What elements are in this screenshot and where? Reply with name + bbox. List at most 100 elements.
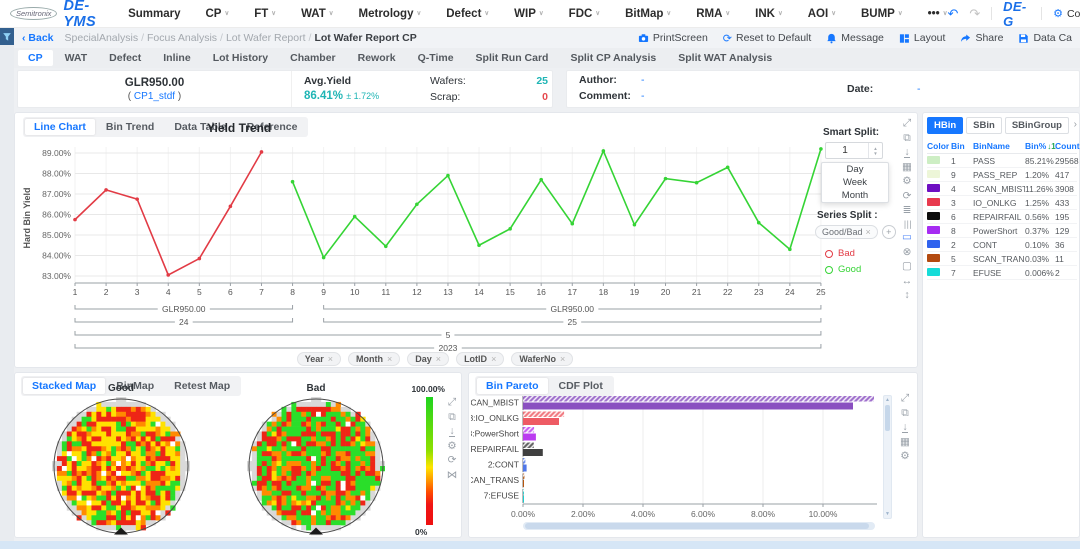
- nav-item-rma[interactable]: RMA ∨: [696, 8, 730, 20]
- mirror-icon[interactable]: ⋈: [447, 470, 458, 481]
- breadcrumb-item[interactable]: SpecialAnalysis: [65, 32, 139, 44]
- grouping-tag-year[interactable]: Year ×: [296, 352, 342, 366]
- pareto-vertical-scrollbar[interactable]: ▲ ▼: [883, 395, 892, 519]
- breadcrumb-item[interactable]: Lot Wafer Report: [226, 32, 306, 44]
- tab-wat[interactable]: WAT: [55, 50, 98, 66]
- share-button[interactable]: Share: [960, 32, 1003, 44]
- test-program-link[interactable]: CP1_stdf: [134, 91, 175, 102]
- expand-icon[interactable]: ⤢: [448, 397, 456, 408]
- close-icon[interactable]: ×: [866, 227, 871, 237]
- filter-funnel-icon[interactable]: [0, 28, 14, 45]
- nav-item-summary[interactable]: Summary: [128, 8, 180, 20]
- download-icon[interactable]: ↓: [449, 426, 455, 437]
- table-row[interactable]: 9 PASS_REP 1.20% 417: [927, 168, 1077, 182]
- tab-split-wat-analysis[interactable]: Split WAT Analysis: [668, 50, 782, 66]
- refresh-icon[interactable]: ⟳: [448, 455, 457, 466]
- trend-tab-bin-trend[interactable]: Bin Trend: [97, 119, 163, 135]
- legend-good[interactable]: Good: [825, 264, 915, 275]
- data-ca-button[interactable]: Data Ca: [1018, 32, 1072, 44]
- scroll-up-icon[interactable]: ▲: [884, 397, 891, 403]
- scrollbar-thumb[interactable]: [885, 405, 890, 431]
- table-row[interactable]: 3 IO_ONLKG 1.25% 433: [927, 196, 1077, 210]
- nav-item-wip[interactable]: WIP ∨: [514, 8, 544, 20]
- table-row[interactable]: 4 SCAN_MBIST 11.26% 3908: [927, 182, 1077, 196]
- config-button[interactable]: ⚙Config: [1053, 7, 1080, 21]
- pareto-tab-bin-pareto[interactable]: Bin Pareto: [477, 378, 548, 394]
- table-row[interactable]: 2 CONT 0.10% 36: [927, 238, 1077, 252]
- close-icon[interactable]: ×: [491, 354, 496, 364]
- fit-height-icon[interactable]: ↕: [904, 290, 909, 301]
- close-icon[interactable]: ×: [387, 354, 392, 364]
- close-icon[interactable]: ×: [436, 354, 441, 364]
- nav-item-defect[interactable]: Defect ∨: [446, 8, 489, 20]
- tab-rework[interactable]: Rework: [348, 50, 406, 66]
- de-g-brand[interactable]: DE-G: [1003, 0, 1030, 29]
- bin-tab-hbin[interactable]: HBin: [927, 117, 964, 134]
- pareto-tab-cdf-plot[interactable]: CDF Plot: [550, 378, 612, 394]
- reset-to-default-button[interactable]: ⟳ Reset to Default: [723, 32, 812, 45]
- grouping-tag-day[interactable]: Day ×: [407, 352, 450, 366]
- column-header-binname[interactable]: BinName: [973, 141, 1025, 151]
- nav-item-fdc[interactable]: FDC ∨: [569, 8, 600, 20]
- settings-icon[interactable]: ⚙: [447, 441, 456, 452]
- table-row[interactable]: 8 PowerShort 0.37% 129: [927, 224, 1077, 238]
- smart-split-option-week[interactable]: Week: [822, 176, 888, 189]
- column-header-bin[interactable]: Bin: [951, 141, 973, 151]
- printscreen-button[interactable]: PrintScreen: [638, 32, 708, 44]
- table-row[interactable]: 5 SCAN_TRANS 0.03% 11: [927, 252, 1077, 266]
- fit-width-icon[interactable]: ↔: [902, 276, 913, 287]
- redo-icon[interactable]: ↷: [969, 6, 980, 22]
- spin-down-icon[interactable]: ▼: [873, 151, 877, 156]
- undo-icon[interactable]: ↶: [947, 6, 958, 22]
- download-icon[interactable]: ↓: [902, 422, 908, 433]
- column-header-count[interactable]: Count: [1055, 141, 1080, 151]
- settings-icon[interactable]: ⚙: [900, 451, 909, 462]
- column-header-bin[interactable]: Bin%↓1: [1025, 141, 1056, 151]
- grouping-tag-waferno[interactable]: WaferNo ×: [511, 352, 574, 366]
- nav-item-bitmap[interactable]: BitMap ∨: [625, 8, 671, 20]
- nav-item-ft[interactable]: FT ∨: [254, 8, 276, 20]
- message-button[interactable]: Message: [826, 32, 884, 44]
- tab-lot-history[interactable]: Lot History: [203, 50, 278, 66]
- scroll-down-icon[interactable]: ▼: [884, 511, 891, 517]
- expand-icon[interactable]: ⤢: [901, 393, 909, 404]
- copy-icon[interactable]: ⧉: [448, 411, 456, 423]
- nav-item-ink[interactable]: INK ∨: [755, 8, 783, 20]
- table-row[interactable]: 6 REPAIRFAIL 0.56% 195: [927, 210, 1077, 224]
- nav-item-aoi[interactable]: AOI ∨: [808, 8, 836, 20]
- add-split-button[interactable]: +: [881, 225, 896, 239]
- tab-split-cp-analysis[interactable]: Split CP Analysis: [560, 50, 666, 66]
- nav-item-more[interactable]: ••• ∨: [928, 8, 948, 20]
- table-row[interactable]: 1 PASS 85.21% 29568: [927, 154, 1079, 168]
- stepper-arrows[interactable]: ▲ ▼: [868, 143, 882, 158]
- tab-defect[interactable]: Defect: [99, 50, 151, 66]
- tab-inline[interactable]: Inline: [153, 50, 200, 66]
- nav-item-metrology[interactable]: Metrology ∨: [359, 8, 422, 20]
- bin-tab-sbingroup[interactable]: SBinGroup: [1004, 117, 1069, 134]
- smart-split-input[interactable]: [826, 143, 864, 158]
- breadcrumb-item[interactable]: Focus Analysis: [147, 32, 217, 44]
- bin-tab-sbin[interactable]: SBin: [966, 117, 1002, 134]
- nav-item-cp[interactable]: CP ∨: [205, 8, 229, 20]
- trend-tab-line-chart[interactable]: Line Chart: [25, 119, 95, 135]
- close-icon[interactable]: ×: [560, 354, 565, 364]
- scrollbar-thumb[interactable]: [525, 523, 869, 529]
- tab-cp[interactable]: CP: [18, 50, 53, 66]
- chevron-right-icon[interactable]: ›: [1074, 119, 1077, 130]
- table-icon[interactable]: ▦: [900, 437, 910, 448]
- grouping-tag-month[interactable]: Month ×: [348, 352, 401, 366]
- back-button[interactable]: ‹ Back: [22, 32, 54, 44]
- layout-button[interactable]: Layout: [899, 32, 945, 44]
- smart-split-stepper[interactable]: ▲▼: [825, 142, 883, 159]
- grouping-tag-lotid[interactable]: LotID ×: [456, 352, 505, 366]
- close-icon[interactable]: ×: [328, 354, 333, 364]
- copy-icon[interactable]: ⧉: [901, 407, 909, 419]
- nav-item-bump[interactable]: BUMP ∨: [861, 8, 903, 20]
- tab-chamber[interactable]: Chamber: [280, 50, 346, 66]
- series-split-tag[interactable]: Good/Bad ×: [815, 225, 878, 239]
- table-row[interactable]: 7 EFUSE 0.006% 2: [927, 266, 1077, 280]
- column-header-color[interactable]: Color: [927, 141, 951, 151]
- smart-split-option-month[interactable]: Month: [822, 189, 888, 202]
- funnel-icon[interactable]: [2, 32, 12, 42]
- smart-split-option-day[interactable]: Day: [822, 163, 888, 176]
